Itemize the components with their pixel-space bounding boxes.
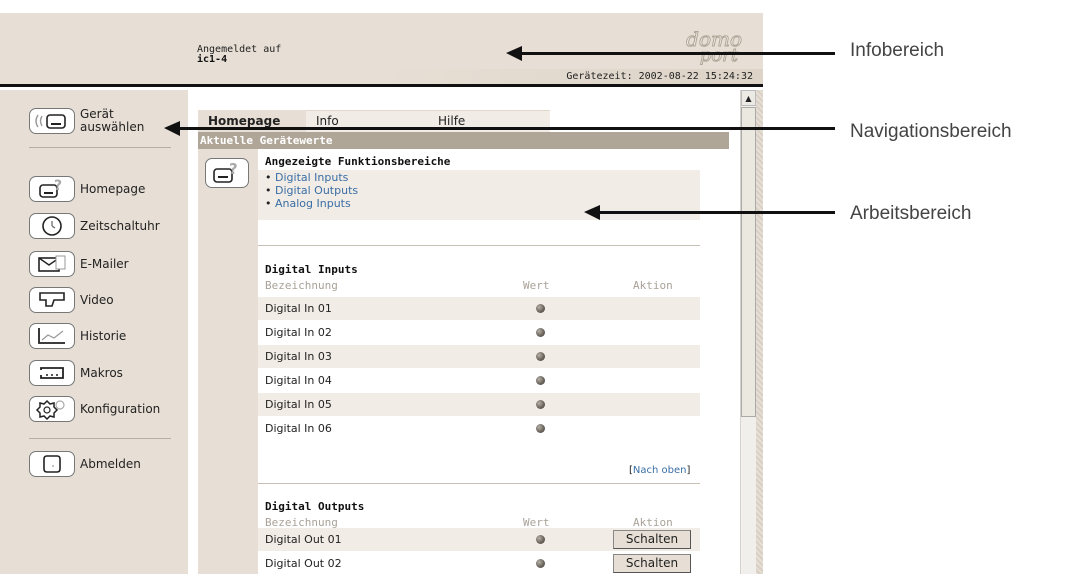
status-led — [536, 328, 545, 337]
sidebar-item-zeitschaltuhr[interactable]: Zeitschaltuhr — [29, 213, 160, 239]
link-digital-outputs[interactable]: Digital Outputs — [265, 184, 358, 197]
status-led — [536, 376, 545, 385]
envelope-icon — [29, 251, 75, 277]
device-select-icon — [29, 108, 75, 134]
link-analog-inputs[interactable]: Analog Inputs — [265, 197, 351, 210]
svg-text:?: ? — [229, 161, 238, 178]
table-row: Digital In 06 — [258, 417, 700, 440]
digital-inputs-title: Digital Inputs — [265, 263, 358, 276]
gear-icon — [29, 396, 75, 422]
label-navigation-area: Navigationsbereich — [850, 121, 1012, 142]
scroll-thumb[interactable] — [741, 107, 756, 417]
sidebar-item-homepage[interactable]: ? Homepage — [29, 176, 145, 202]
section-divider — [258, 483, 700, 484]
logout-icon — [29, 451, 75, 477]
login-host: ic1-4 — [197, 54, 228, 65]
status-led — [536, 304, 545, 313]
table-row: Digital In 05 — [258, 393, 700, 416]
work-area: Homepage Info Hilfe Aktuelle Gerätewerte… — [188, 90, 740, 574]
status-led — [536, 424, 545, 433]
back-to-top: [Nach oben] — [629, 465, 691, 476]
nav-divider — [29, 438, 171, 439]
table-row: Digital Out 01 Schalten — [258, 528, 700, 551]
column-header-value: Wert — [523, 279, 550, 292]
arrow-to-info-area — [506, 46, 835, 61]
table-row: Digital In 04 — [258, 369, 700, 392]
table-row: Digital Out 02 Schalten — [258, 552, 700, 574]
right-border-strip — [756, 90, 763, 574]
functions-title: Angezeigte Funktionsbereiche — [265, 155, 451, 168]
scroll-up-arrow-icon[interactable]: ▲ — [741, 90, 756, 106]
arrow-to-navigation-area — [164, 121, 835, 136]
back-to-top-link[interactable]: Nach oben — [633, 465, 687, 476]
select-device-label: Gerät auswählen — [80, 107, 145, 134]
macro-icon — [29, 360, 75, 386]
label-work-area: Arbeitsbereich — [850, 203, 972, 224]
help-device-icon: ? — [205, 158, 249, 188]
table-row: Digital In 03 — [258, 345, 700, 368]
switch-button[interactable]: Schalten — [613, 554, 691, 573]
content-left-column — [198, 149, 258, 574]
clock-icon — [29, 213, 75, 239]
section-title: Aktuelle Gerätewerte — [198, 132, 729, 149]
table-row: Digital In 01 — [258, 297, 700, 320]
column-header-action: Aktion — [633, 279, 673, 292]
status-led — [536, 559, 545, 568]
sidebar-item-historie[interactable]: Historie — [29, 323, 126, 349]
label-info-area: Infobereich — [850, 40, 945, 61]
domoport-logo: domo port — [642, 25, 750, 69]
status-led — [536, 400, 545, 409]
nav-divider — [29, 147, 171, 148]
link-digital-inputs[interactable]: Digital Inputs — [265, 171, 348, 184]
table-row: Digital In 02 — [258, 321, 700, 344]
section-divider — [258, 245, 700, 246]
select-device-button[interactable]: Gerät auswählen — [29, 108, 144, 134]
switch-button[interactable]: Schalten — [613, 530, 691, 549]
status-led — [536, 352, 545, 361]
chart-icon — [29, 323, 75, 349]
app-window: Angemeldet auf ic1-4 domo port Gerätezei… — [0, 13, 763, 574]
logo-text-bottom: port — [699, 45, 738, 67]
svg-text:?: ? — [54, 178, 62, 194]
device-time: Gerätezeit: 2002-08-22 15:24:32 — [566, 71, 753, 82]
info-area: Angemeldet auf ic1-4 domo port Gerätezei… — [0, 13, 763, 87]
vertical-scrollbar[interactable]: ▲ — [740, 90, 756, 574]
arrow-to-work-area — [584, 205, 835, 220]
sidebar-item-video[interactable]: Video — [29, 287, 114, 313]
status-led — [536, 535, 545, 544]
digital-outputs-title: Digital Outputs — [265, 500, 365, 513]
sidebar-item-konfiguration[interactable]: Konfiguration — [29, 396, 160, 422]
navigation-area: Gerät auswählen ? Homepage Zeitschaltuhr… — [0, 90, 188, 574]
camera-icon — [29, 287, 75, 313]
sidebar-item-makros[interactable]: Makros — [29, 360, 123, 386]
sidebar-item-e-mailer[interactable]: E-Mailer — [29, 251, 129, 277]
logout-button[interactable]: Abmelden — [29, 451, 141, 477]
column-header-name: Bezeichnung — [265, 279, 338, 292]
help-device-icon: ? — [29, 176, 75, 202]
